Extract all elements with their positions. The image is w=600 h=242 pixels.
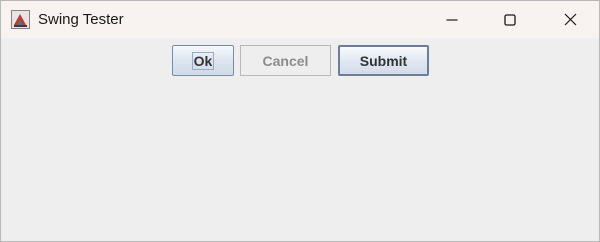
ok-button-label: Ok bbox=[191, 51, 215, 70]
close-icon bbox=[564, 13, 577, 26]
maximize-button[interactable] bbox=[481, 1, 539, 38]
close-button[interactable] bbox=[541, 1, 599, 38]
minimize-button[interactable] bbox=[423, 1, 481, 38]
title-bar[interactable]: Swing Tester bbox=[1, 1, 599, 38]
cancel-button[interactable]: Cancel bbox=[240, 45, 331, 76]
minimize-icon bbox=[446, 14, 458, 26]
window-title: Swing Tester bbox=[38, 11, 124, 28]
ok-button[interactable]: Ok bbox=[172, 45, 234, 76]
swing-tester-window: Swing Tester Ok Cancel Submit bbox=[0, 0, 600, 242]
java-app-icon bbox=[11, 10, 30, 29]
cancel-button-label: Cancel bbox=[262, 52, 309, 69]
maximize-icon bbox=[504, 13, 516, 26]
submit-button-label: Submit bbox=[359, 52, 408, 69]
submit-button[interactable]: Submit bbox=[338, 45, 429, 76]
